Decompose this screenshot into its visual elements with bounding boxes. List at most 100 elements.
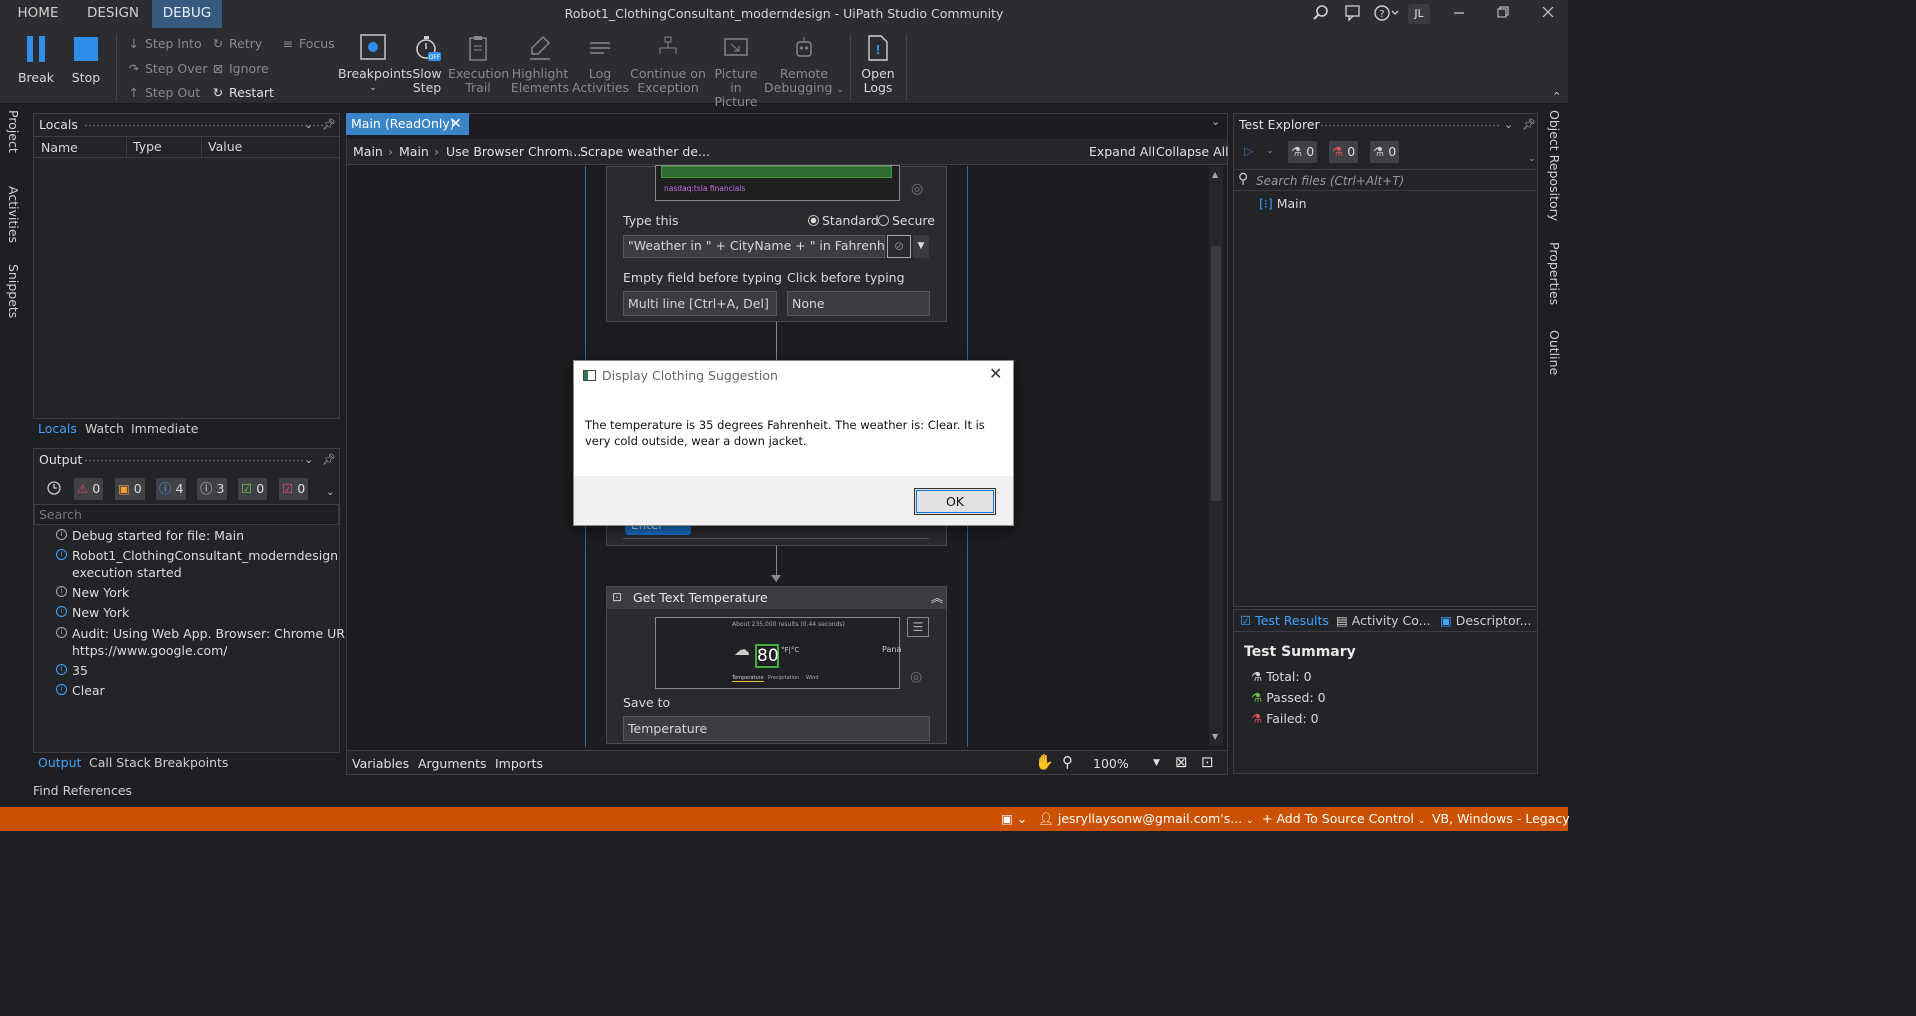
continue-on-exception-button[interactable]: Continue on Exception: [628, 34, 708, 95]
tab-design[interactable]: DESIGN: [78, 0, 148, 28]
timestamp-toggle-icon[interactable]: [46, 480, 62, 499]
collapse-ribbon-icon[interactable]: ⌃: [1552, 90, 1561, 103]
secure-radio[interactable]: Secure: [878, 213, 935, 228]
chevron-down-icon[interactable]: ⌄: [1211, 115, 1220, 128]
object-repository-side-tab[interactable]: Object Repository: [1547, 110, 1562, 221]
filter-trace-button[interactable]: ⓘ 3: [197, 478, 228, 500]
account-menu[interactable]: 👤︎ jesryllaysonw@gmail.com's... ⌄: [1038, 811, 1254, 827]
overflow-icon[interactable]: ⌄: [326, 487, 334, 498]
run-tests-icon[interactable]: ▷: [1244, 144, 1253, 158]
overview-icon[interactable]: ⊡: [1201, 753, 1214, 771]
document-tab-main[interactable]: Main (ReadOnly) ✕: [346, 113, 469, 135]
step-into-button[interactable]: ↓ Step Into: [126, 34, 202, 54]
fit-to-screen-icon[interactable]: ⊠: [1175, 753, 1188, 771]
output-search-input[interactable]: [34, 504, 339, 525]
breadcrumb-item[interactable]: Use Browser Chrom...: [446, 144, 581, 159]
column-value[interactable]: Value: [201, 137, 242, 157]
dropdown-arrow-icon[interactable]: ▼: [913, 235, 929, 258]
restart-button[interactable]: ↻ Restart: [210, 83, 274, 103]
tab-test-results[interactable]: ☑ Test Results: [1240, 611, 1329, 631]
imports-tab[interactable]: Imports: [495, 756, 543, 771]
properties-side-tab[interactable]: Properties: [1547, 242, 1562, 305]
click-before-select[interactable]: None: [787, 291, 930, 316]
designer-scrollbar[interactable]: ▲ ▼: [1209, 166, 1223, 746]
remote-debugging-button[interactable]: Remote Debugging ⌄: [764, 34, 844, 97]
retry-button[interactable]: ↻ Retry: [210, 34, 263, 54]
execution-trail-button[interactable]: Execution Trail: [448, 34, 509, 95]
step-over-button[interactable]: ↷ Step Over: [126, 59, 208, 79]
filter-success-button[interactable]: ☑ 0: [238, 478, 268, 500]
get-text-activity[interactable]: ⊡ Get Text Temperature ︽ About 235,000 r…: [606, 586, 947, 744]
expand-all-button[interactable]: Expand All: [1089, 144, 1155, 159]
column-type[interactable]: Type: [126, 137, 162, 157]
activities-side-tab[interactable]: Activities: [6, 186, 21, 243]
focus-button[interactable]: ≡ Focus: [280, 34, 335, 54]
empty-field-select[interactable]: Multi line [Ctrl+A, Del]: [623, 291, 777, 316]
column-name[interactable]: Name: [41, 140, 78, 155]
break-button[interactable]: Break: [14, 34, 58, 85]
stop-button[interactable]: Stop: [66, 34, 106, 85]
robot-status-icon[interactable]: ▣ ⌄: [1001, 811, 1027, 826]
filter-errors-button[interactable]: ▣ 0: [115, 478, 145, 500]
variables-tab[interactable]: Variables: [352, 756, 409, 771]
collapse-all-button[interactable]: Collapse All: [1156, 144, 1229, 159]
breadcrumb-item[interactable]: Main: [353, 144, 383, 159]
minimize-icon[interactable]: [1448, 4, 1470, 24]
pin-icon[interactable]: 📌︎: [1522, 118, 1536, 131]
overflow-icon[interactable]: ⌄: [1528, 154, 1536, 164]
snippets-side-tab[interactable]: Snippets: [6, 264, 21, 318]
chevron-down-icon[interactable]: ⌄: [304, 453, 313, 466]
collapse-icon[interactable]: ︽: [931, 589, 943, 606]
close-tab-icon[interactable]: ✕: [450, 113, 462, 135]
test-search-box[interactable]: ⚲ Search files (Ctrl+Alt+T): [1234, 169, 1537, 191]
chevron-down-icon[interactable]: ⌄: [1504, 118, 1513, 131]
tab-descriptor[interactable]: ▣ Descriptor...: [1440, 611, 1532, 631]
failed-filter-button[interactable]: ⚗ 0: [1329, 141, 1359, 163]
arguments-tab[interactable]: Arguments: [418, 756, 487, 771]
tab-debug[interactable]: DEBUG: [152, 0, 222, 28]
hide-text-icon[interactable]: ⊘: [887, 235, 911, 258]
search-icon[interactable]: [1310, 4, 1332, 24]
tab-locals[interactable]: Locals: [38, 419, 77, 439]
user-avatar[interactable]: JL: [1408, 4, 1430, 24]
save-to-field[interactable]: Temperature: [623, 716, 930, 741]
scrollbar-thumb[interactable]: [1211, 246, 1221, 501]
pin-icon[interactable]: 📌︎: [322, 118, 336, 131]
type-this-field[interactable]: "Weather in " + CityName + " in Fahrenhe…: [623, 235, 885, 258]
step-out-button[interactable]: ↑ Step Out: [126, 83, 200, 103]
zoom-search-icon[interactable]: ⚲: [1062, 753, 1073, 771]
breadcrumb-item[interactable]: Scrape weather de...: [580, 144, 710, 159]
project-side-tab[interactable]: Project: [6, 110, 21, 153]
ignore-button[interactable]: ⊠ Ignore: [210, 59, 269, 79]
outline-side-tab[interactable]: Outline: [1547, 330, 1562, 375]
menu-icon[interactable]: ☰: [907, 617, 929, 637]
picture-in-picture-button[interactable]: Picture in Picture: [708, 34, 764, 109]
close-dialog-icon[interactable]: ✕: [989, 364, 1002, 383]
breadcrumb-item[interactable]: Main: [399, 144, 429, 159]
add-to-source-control-button[interactable]: + Add To Source Control ⌄: [1262, 811, 1425, 826]
tab-activity-coverage[interactable]: ▤ Activity Co...: [1336, 611, 1431, 631]
close-window-icon[interactable]: [1537, 4, 1559, 24]
open-logs-button[interactable]: ! Open Logs: [856, 34, 900, 95]
test-tree-item[interactable]: [⁝] Main: [1259, 196, 1307, 211]
tab-watch[interactable]: Watch: [85, 419, 124, 439]
feedback-icon[interactable]: [1342, 4, 1364, 24]
filter-failure-button[interactable]: ☑ 0: [279, 478, 309, 500]
help-icon[interactable]: ?: [1372, 4, 1402, 24]
filter-warnings-button[interactable]: ⚠ 0: [74, 478, 104, 500]
tab-immediate[interactable]: Immediate: [131, 419, 198, 439]
tab-output[interactable]: Output: [38, 753, 81, 773]
hand-pan-icon[interactable]: ✋: [1035, 753, 1054, 771]
tab-breakpoints[interactable]: Breakpoints: [154, 753, 228, 773]
chevron-down-icon[interactable]: ⌄: [304, 118, 313, 131]
breakpoints-button[interactable]: Breakpoints ⌄: [338, 34, 412, 95]
tab-call-stack[interactable]: Call Stack: [89, 753, 151, 773]
tab-home[interactable]: HOME: [8, 0, 68, 28]
passed-filter-button[interactable]: ⚗ 0: [1288, 141, 1318, 163]
restore-icon[interactable]: [1492, 4, 1514, 24]
slow-step-button[interactable]: OFF Slow Step: [408, 34, 446, 95]
find-references-tab[interactable]: Find References: [33, 781, 132, 801]
target-icon[interactable]: ◎: [911, 181, 923, 197]
target-icon[interactable]: ◎: [910, 669, 922, 685]
filter-info-button[interactable]: ⓘ 4: [156, 478, 187, 500]
